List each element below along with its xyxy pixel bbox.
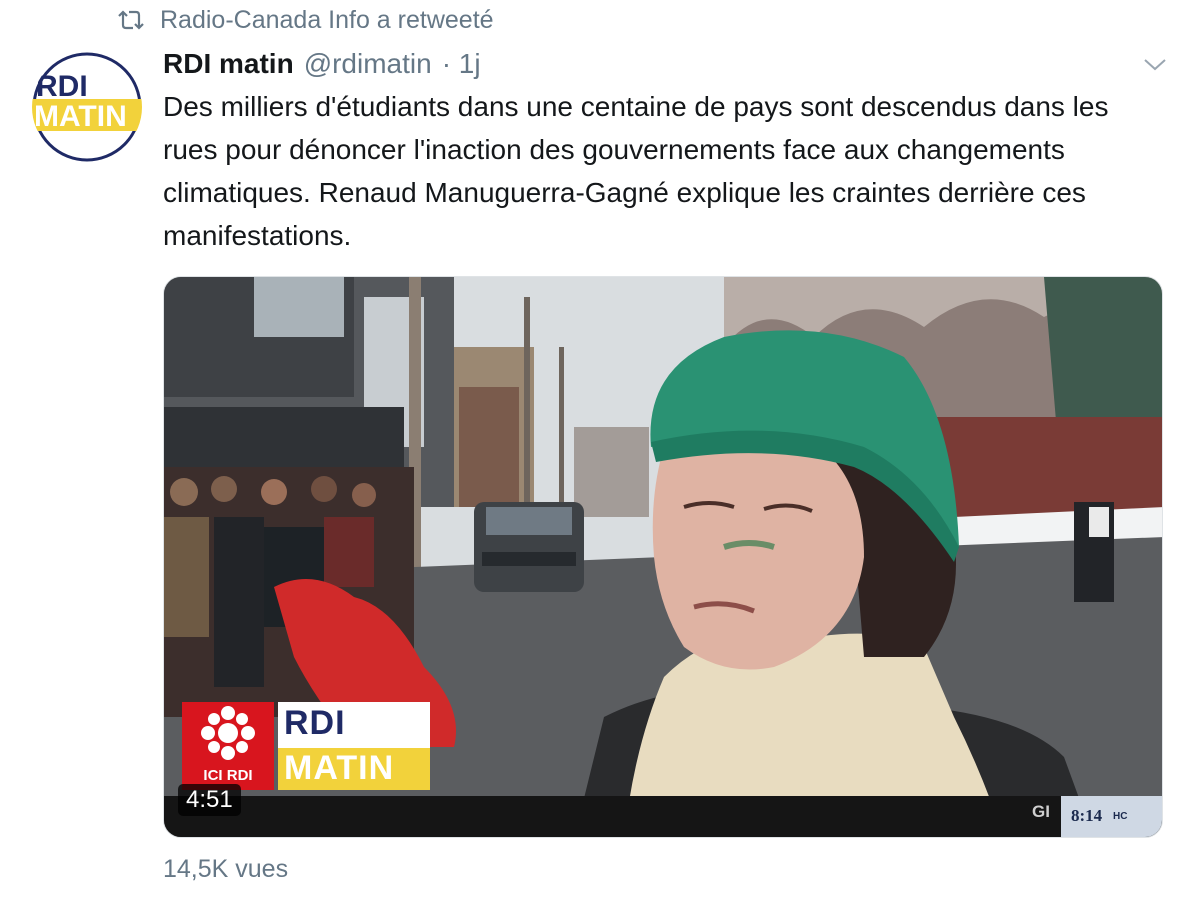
rdi-bug-top: RDI: [284, 704, 346, 742]
chevron-down-icon: [1144, 59, 1166, 71]
author-name[interactable]: RDI matin: [163, 48, 294, 80]
clock-zone: HC: [1113, 811, 1128, 822]
rdi-bug-bottom: MATIN: [284, 749, 395, 787]
ici-rdi-logo: ICI RDI: [182, 702, 274, 790]
rdi-matin-logo: RDI MATIN: [32, 52, 142, 162]
ticker-text: GI: [1032, 802, 1050, 821]
clock-time: 8:14: [1071, 806, 1103, 825]
tweet-time[interactable]: · 1j: [442, 48, 481, 80]
news-ticker-bar: [164, 796, 1162, 837]
video-player[interactable]: ICI RDI RDI MATIN GI 8:14 HC 4:51: [163, 276, 1163, 838]
broadcast-clock: 8:14 HC: [1061, 796, 1162, 837]
ici-rdi-label: ICI RDI: [203, 767, 253, 784]
avatar[interactable]: RDI MATIN: [32, 52, 142, 162]
retweet-label: Radio-Canada Info a retweeté: [160, 5, 494, 34]
tweet-text: Des milliers d'étudiants dans une centai…: [163, 91, 1109, 251]
rdi-bug-bottom-band: MATIN: [278, 748, 430, 790]
author-handle[interactable]: @rdimatin: [304, 48, 432, 80]
tweet-card: Radio-Canada Info a retweeté RDI MATIN R…: [0, 0, 1200, 911]
video-duration-badge: 4:51: [178, 784, 241, 816]
tweet-header: RDI matin @rdimatin · 1j: [163, 44, 481, 84]
radio-canada-gem-icon: [201, 706, 255, 760]
avatar-line1: RDI: [36, 70, 88, 103]
view-count: 14,5K vues: [163, 855, 289, 883]
retweet-context[interactable]: Radio-Canada Info a retweeté: [116, 4, 494, 36]
avatar-line2: MATIN: [34, 100, 127, 133]
retweet-icon: [118, 10, 144, 30]
tweet-menu-button[interactable]: [1140, 52, 1170, 76]
rdi-matin-bug: RDI MATIN: [278, 702, 430, 790]
